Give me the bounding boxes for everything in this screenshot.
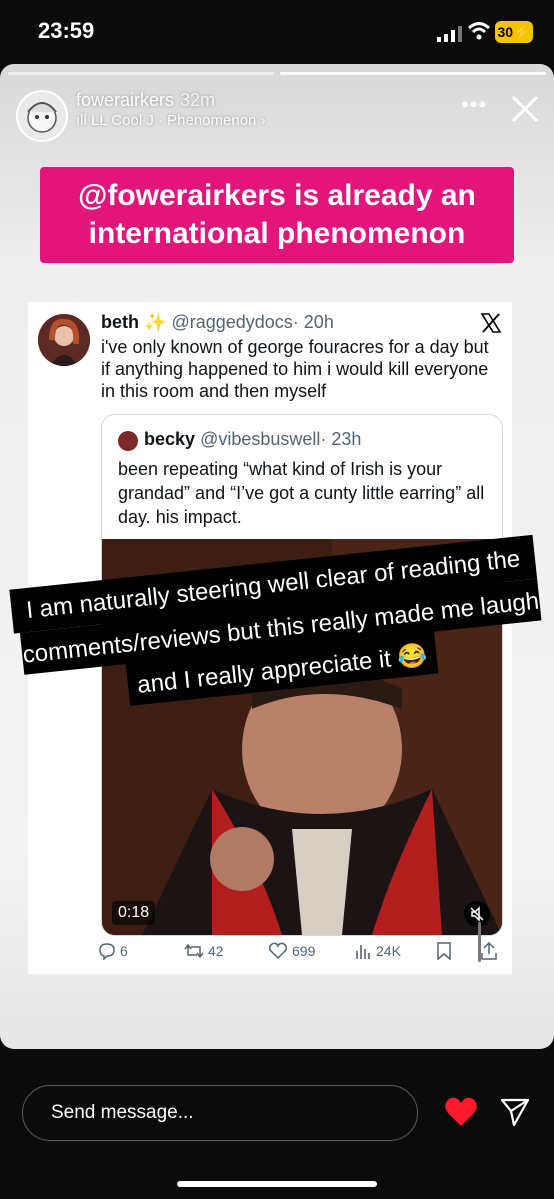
tweet-card[interactable]: beth ✨ @raggedydocs· 20h i've only known…	[28, 302, 512, 974]
tweet-avatar[interactable]	[38, 314, 90, 366]
quoted-avatar[interactable]	[118, 431, 138, 451]
views-chart-icon	[356, 945, 370, 959]
mute-icon[interactable]	[464, 901, 490, 927]
story-footer: Send message...	[0, 1049, 554, 1199]
share-icon[interactable]	[480, 942, 498, 960]
video-duration: 0:18	[112, 901, 156, 925]
cellular-signal-icon	[437, 26, 462, 42]
like-button[interactable]: 699	[268, 942, 315, 960]
video-frame-icon	[102, 539, 502, 935]
repost-count: 42	[208, 943, 224, 959]
username-text[interactable]: fowerairkers	[76, 90, 174, 110]
repost-button[interactable]: 42	[184, 942, 224, 960]
tweet-text: i've only known of george fouracres for …	[101, 337, 489, 401]
story-viewer[interactable]: fowerairkers 32m ıll LL Cool J · Phenomen…	[0, 64, 554, 1049]
author-name[interactable]: beth	[101, 312, 139, 332]
avatar-illustration-icon	[27, 102, 57, 133]
reply-button[interactable]: 6	[98, 942, 128, 960]
close-icon[interactable]	[510, 94, 540, 124]
reply-count: 6	[120, 943, 128, 959]
quoted-author-handle[interactable]: @vibesbuswell	[200, 429, 320, 449]
chevron-right-icon: ›	[260, 112, 266, 129]
repost-icon	[184, 943, 204, 959]
quoted-author[interactable]: becky @vibesbuswell· 23h	[144, 429, 361, 450]
banner-line-1: @fowerairkers is already an	[78, 179, 476, 212]
reply-icon	[99, 943, 115, 960]
tweet-time: · 20h	[292, 312, 334, 332]
x-logo-icon	[480, 313, 502, 333]
more-options-icon[interactable]: •••	[461, 92, 487, 118]
wifi-icon	[468, 22, 490, 40]
music-label[interactable]: ıll LL Cool J · Phenomenon ›	[76, 112, 266, 129]
story-username[interactable]: fowerairkers 32m	[76, 90, 215, 111]
tweet-actions: 6 42 699 24K	[98, 942, 508, 966]
banner-line-2: international phenomenon	[88, 217, 466, 250]
status-bar: 23:59 30 ⚡	[0, 0, 554, 64]
progress-segment	[8, 72, 274, 75]
send-icon[interactable]	[500, 1097, 530, 1127]
avatar[interactable]	[16, 90, 68, 142]
bookmark-icon[interactable]	[436, 942, 452, 960]
message-placeholder: Send message...	[51, 1102, 194, 1123]
heart-icon[interactable]	[444, 1096, 478, 1128]
story-age: 32m	[180, 90, 216, 110]
music-title[interactable]: LL Cool J · Phenomenon	[91, 112, 256, 129]
quoted-author-name[interactable]: becky	[144, 429, 195, 449]
quoted-tweet-text: been repeating “what kind of Irish is yo…	[118, 459, 485, 527]
quoted-tweet[interactable]: becky @vibesbuswell· 23h been repeating …	[101, 414, 503, 936]
tweet-author[interactable]: beth ✨ @raggedydocs· 20h	[101, 312, 334, 333]
home-indicator	[177, 1181, 377, 1187]
music-bars-icon: ıll	[76, 112, 91, 129]
progress-segment-active	[280, 72, 546, 75]
quoted-tweet-time: · 23h	[320, 429, 362, 449]
battery-icon: 30 ⚡	[495, 21, 533, 43]
heart-outline-icon	[268, 942, 288, 960]
video-scrollbar[interactable]	[478, 922, 481, 962]
like-count: 699	[292, 943, 316, 959]
send-message-input[interactable]: Send message...	[22, 1085, 418, 1141]
mention-banner[interactable]: @fowerairkers is already an internationa…	[40, 167, 514, 263]
battery-level: 30	[497, 24, 514, 40]
sparkles-icon: ✨	[144, 312, 167, 332]
story-progress	[8, 72, 546, 75]
status-time: 23:59	[38, 18, 95, 43]
author-handle[interactable]: @raggedydocs	[171, 312, 292, 332]
views-count: 24K	[376, 943, 401, 959]
tweet-avatar-portrait-icon	[38, 314, 90, 366]
video-player[interactable]: 0:18	[102, 539, 502, 935]
views-button[interactable]: 24K	[354, 942, 401, 960]
